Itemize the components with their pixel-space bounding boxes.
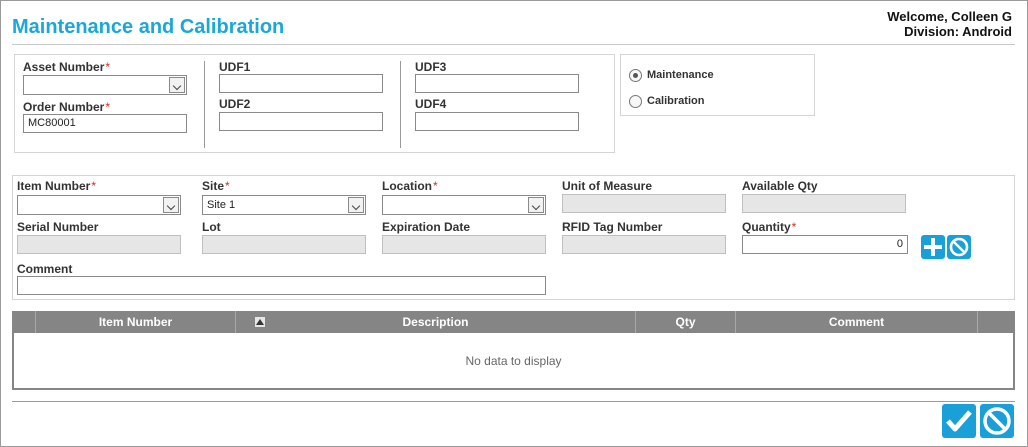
items-grid: No data to display <box>12 333 1015 390</box>
site-label: Site* <box>202 179 230 193</box>
lot-label: Lot <box>202 220 221 234</box>
plus-icon <box>924 238 942 256</box>
item-entry-panel: Item Number* Site* Site 1 Location* Unit… <box>12 175 1015 300</box>
page-title: Maintenance and Calibration <box>12 16 285 38</box>
maintenance-label[interactable]: Maintenance <box>647 69 714 81</box>
checkmark-icon <box>946 410 972 432</box>
column-item-number[interactable]: Item Number <box>36 311 265 333</box>
maintenance-radio[interactable] <box>629 69 642 82</box>
grid-header: Item Number Description Qty Comment <box>12 311 1015 333</box>
submit-button[interactable] <box>942 404 976 438</box>
udf1-input[interactable] <box>219 74 383 93</box>
order-header-panel: Asset Number* Order Number* MC80001 UDF1… <box>14 54 615 153</box>
header-divider <box>12 44 1015 45</box>
udf3-input[interactable] <box>415 74 579 93</box>
item-number-label: Item Number* <box>17 179 97 193</box>
clear-item-button[interactable] <box>947 235 971 259</box>
calibration-label[interactable]: Calibration <box>647 95 704 107</box>
footer-divider <box>12 401 1015 402</box>
udf4-label: UDF4 <box>415 97 447 111</box>
expiration-date-label: Expiration Date <box>382 220 471 234</box>
cancel-icon <box>983 407 1011 435</box>
location-label: Location* <box>382 179 438 193</box>
cancel-button[interactable] <box>980 404 1014 438</box>
division-text: Division: Android <box>904 24 1012 39</box>
rfid-tag-field <box>562 235 726 254</box>
comment-input[interactable] <box>17 276 546 295</box>
grid-select-column <box>12 311 36 333</box>
chevron-down-icon[interactable] <box>528 197 544 213</box>
order-number-input[interactable]: MC80001 <box>23 114 187 133</box>
udf3-label: UDF3 <box>415 60 447 74</box>
user-info: Welcome, Colleen G Division: Android <box>887 9 1012 39</box>
chevron-down-icon[interactable] <box>163 197 179 213</box>
order-number-label: Order Number* <box>23 100 111 114</box>
divider <box>400 61 401 148</box>
divider <box>204 61 205 148</box>
lot-field <box>202 235 366 254</box>
chevron-down-icon[interactable] <box>348 197 364 213</box>
serial-number-field <box>17 235 181 254</box>
location-select[interactable] <box>382 195 546 215</box>
mode-panel: Maintenance Calibration <box>620 54 815 116</box>
available-qty-field <box>742 194 906 213</box>
asset-number-select[interactable] <box>23 75 187 95</box>
uom-label: Unit of Measure <box>562 179 653 193</box>
empty-grid-message: No data to display <box>465 354 562 368</box>
column-comment[interactable]: Comment <box>736 311 978 333</box>
add-item-button[interactable] <box>921 235 945 259</box>
chevron-down-icon[interactable] <box>169 77 185 93</box>
calibration-radio[interactable] <box>629 95 642 108</box>
site-select[interactable]: Site 1 <box>202 195 366 215</box>
udf2-input[interactable] <box>219 112 383 131</box>
available-qty-label: Available Qty <box>742 179 818 193</box>
item-number-select[interactable] <box>17 195 181 215</box>
quantity-label: Quantity* <box>742 220 797 234</box>
expiration-date-field <box>382 235 546 254</box>
column-qty[interactable]: Qty <box>636 311 736 333</box>
serial-number-label: Serial Number <box>17 220 99 234</box>
udf4-input[interactable] <box>415 112 579 131</box>
column-description[interactable]: Description <box>236 311 636 333</box>
udf2-label: UDF2 <box>219 97 251 111</box>
asset-number-label: Asset Number* <box>23 60 111 74</box>
quantity-input[interactable]: 0 <box>742 235 908 254</box>
udf1-label: UDF1 <box>219 60 251 74</box>
uom-field <box>562 194 726 213</box>
welcome-text: Welcome, Colleen G <box>887 9 1012 24</box>
rfid-tag-label: RFID Tag Number <box>562 220 663 234</box>
cancel-icon <box>949 237 969 257</box>
comment-label: Comment <box>17 262 73 276</box>
